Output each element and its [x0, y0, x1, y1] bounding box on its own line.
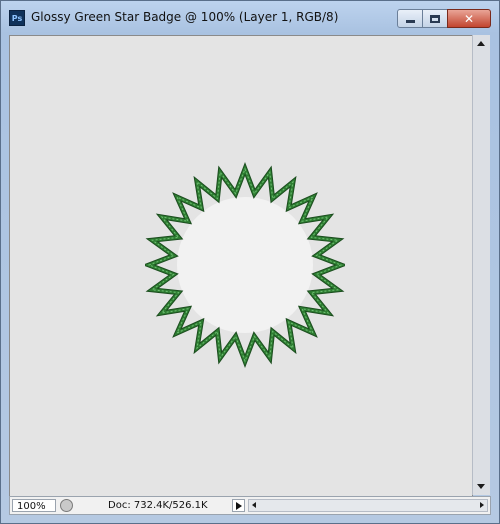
window-controls: ✕ [397, 9, 491, 28]
close-icon: ✕ [463, 11, 475, 26]
window-title: Glossy Green Star Badge @ 100% (Layer 1,… [31, 10, 339, 24]
star-badge-ring [145, 161, 345, 369]
doc-size-info: Doc: 732.4K/526.1K [108, 500, 208, 511]
scroll-right-icon[interactable] [480, 502, 484, 508]
status-bar: 100% Doc: 732.4K/526.1K [9, 496, 491, 515]
document-window: Ps Glossy Green Star Badge @ 100% (Layer… [0, 0, 500, 524]
close-button[interactable]: ✕ [447, 9, 491, 28]
document-canvas[interactable] [9, 35, 473, 497]
scroll-up-icon[interactable] [477, 41, 485, 46]
title-bar[interactable]: Ps Glossy Green Star Badge @ 100% (Layer… [1, 1, 499, 35]
horizontal-scrollbar[interactable] [248, 499, 488, 512]
maximize-button[interactable] [422, 9, 448, 28]
minimize-button[interactable] [397, 9, 423, 28]
status-menu-icon[interactable] [60, 499, 73, 512]
zoom-field[interactable]: 100% [12, 499, 56, 512]
minimize-icon [405, 20, 415, 23]
scroll-left-icon[interactable] [252, 502, 256, 508]
maximize-icon [430, 14, 440, 23]
badge-inner-fill [177, 197, 313, 333]
play-icon[interactable] [232, 499, 245, 512]
photoshop-app-icon[interactable]: Ps [9, 10, 25, 26]
vertical-scrollbar[interactable] [472, 35, 490, 495]
scroll-down-icon[interactable] [477, 484, 485, 489]
